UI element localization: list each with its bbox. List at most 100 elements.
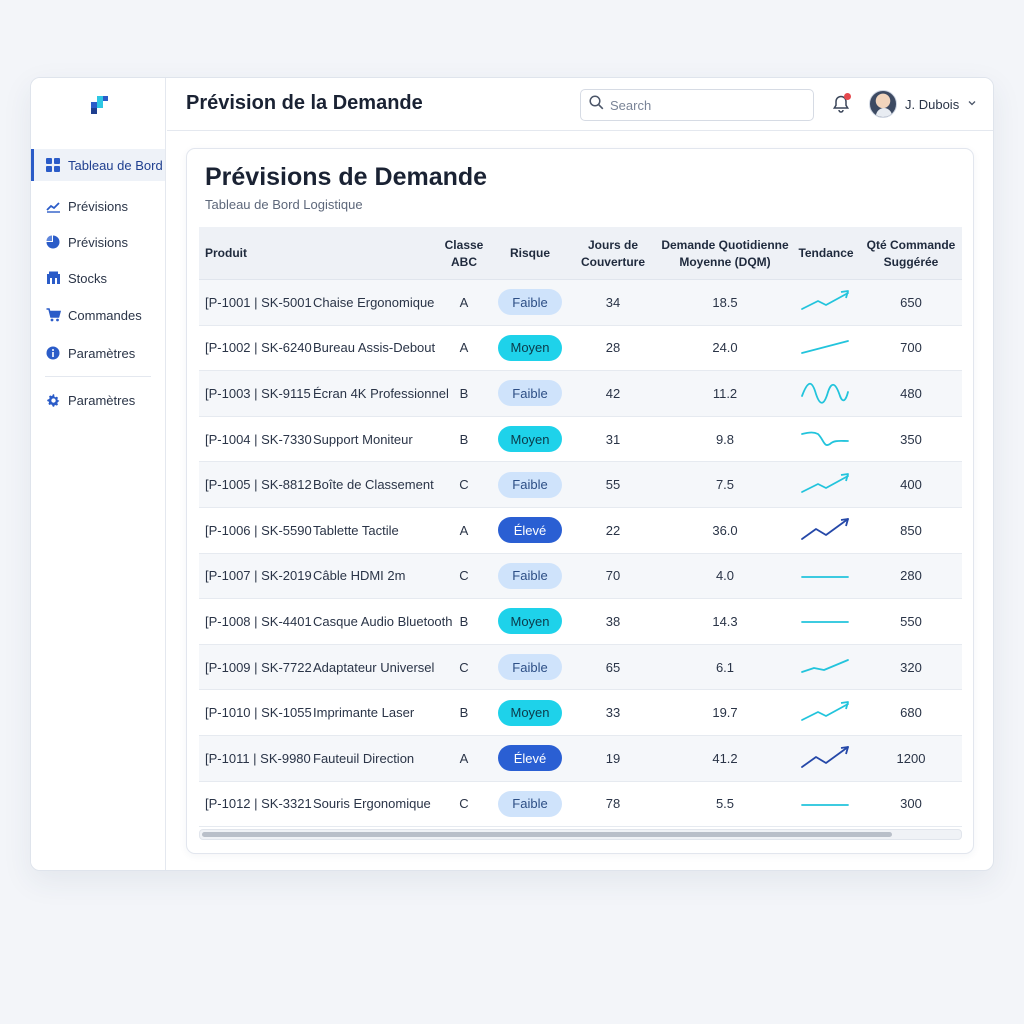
coverage-days: 55 [605,477,621,493]
abc-class: A [459,294,469,310]
user-menu[interactable]: J. Dubois [869,90,977,118]
risk-badge: Faible [498,471,562,498]
abc-class: B [459,431,469,447]
risk-cell: Faible [495,554,565,599]
trend-sparkline [801,290,849,311]
sidebar-item-label: Commandes [68,307,142,323]
col-header-trend[interactable]: Tendance [793,227,859,280]
search-input[interactable] [610,97,810,113]
col-header-coverage[interactable]: Jours de Couverture [573,227,653,280]
product-name: Câble HDMI 2m [313,568,406,584]
abc-class: C [459,796,469,812]
table-row[interactable]: [P-1003 | SK-9115 Écran 4K Professionnel B… [199,371,962,417]
col-header-abc[interactable]: Classe ABC [439,227,489,280]
dqm-value: 5.5 [715,796,735,812]
table-row[interactable]: [P-1011 | SK-9980 Fauteuil Direction A Élev… [199,735,962,782]
pie-chart-icon [45,234,61,250]
abc-class: A [459,522,469,538]
coverage-days: 65 [605,659,621,675]
scrollbar-thumb[interactable] [202,832,892,837]
sidebar-item-parametres-2[interactable]: Paramètres [31,384,165,416]
coverage-days: 28 [605,340,621,356]
trend-cell [795,280,857,325]
suggested-qty: 300 [900,796,922,812]
col-header-risk[interactable]: Risque [495,227,565,280]
col-header-product[interactable]: Produit [205,227,325,280]
dqm-value: 19.7 [712,705,738,721]
product-code: [P-1010 | SK-1055 [205,705,312,721]
table-row[interactable]: [P-1002 | SK-6240 Bureau Assis-Debout A Moy… [199,326,962,372]
product-name: Adaptateur Universel [313,659,435,675]
info-icon [45,345,61,361]
forecast-card: Prévisions de Demande Tableau de Bord Lo… [186,148,974,854]
horizontal-scrollbar[interactable] [199,829,962,840]
risk-cell: Faible [495,371,565,416]
table-row[interactable]: [P-1001 | SK-5001 Chaise Ergonomique A Faib… [199,280,962,326]
search-box[interactable] [580,89,814,121]
col-header-qty[interactable]: Qté Commande Suggérée [863,227,959,280]
table-body: [P-1001 | SK-5001 Chaise Ergonomique A Faib… [199,280,962,828]
product-name: Écran 4K Professionnel [313,385,449,401]
risk-badge: Élevé [498,745,562,772]
trend-sparkline [801,746,849,769]
suggested-qty: 350 [900,431,922,447]
suggested-qty: 650 [900,294,922,310]
risk-badge: Moyen [498,334,562,361]
table-row[interactable]: [P-1005 | SK-8812 Boîte de Classement C Fai… [199,462,962,508]
table-row[interactable]: [P-1008 | SK-4401 Casque Audio Bluetooth B… [199,599,962,645]
risk-badge: Faible [498,654,562,681]
abc-class: A [459,340,469,356]
trend-sparkline [801,575,849,578]
suggested-qty: 680 [900,705,922,721]
product-code: [P-1012 | SK-3321 [205,796,312,812]
sidebar-item-parametres[interactable]: Paramètres [31,337,165,369]
suggested-qty: 850 [900,522,922,538]
coverage-days: 31 [605,431,621,447]
coverage-days: 19 [605,750,621,766]
notification-bell[interactable] [831,93,851,114]
dqm-value: 14.3 [712,613,738,629]
cart-icon [45,307,61,323]
suggested-qty: 280 [900,568,922,584]
sidebar-divider [45,376,151,377]
product-name: Support Moniteur [313,431,413,447]
table-row[interactable]: [P-1012 | SK-3321 Souris Ergonomique C Faib… [199,782,962,828]
risk-badge: Faible [498,289,562,316]
product-code: [P-1004 | SK-7330 [205,431,312,447]
product-name: Casque Audio Bluetooth [313,613,453,629]
product-name: Tablette Tactile [313,522,399,538]
abc-class: B [459,613,469,629]
suggested-qty: 320 [900,659,922,675]
table-row[interactable]: [P-1009 | SK-7722 Adaptateur Universel C Fa… [199,644,962,691]
top-bar: Prévision de la Demande J. Dubois [167,78,993,131]
sidebar-item-label: Prévisions [68,234,128,250]
sidebar-item-stocks[interactable]: Stocks [31,262,165,294]
sidebar: Tableau de Bord Prévisions Prévisions St… [31,78,166,870]
sidebar-item-previsions-2[interactable]: Prévisions [31,226,165,258]
search-icon [589,95,604,115]
sidebar-item-dashboard[interactable]: Tableau de Bord [31,149,165,181]
risk-cell: Moyen [495,690,565,735]
sidebar-item-commandes[interactable]: Commandes [31,299,165,331]
sidebar-item-previsions[interactable]: Prévisions [31,190,165,222]
suggested-qty: 480 [900,385,922,401]
abc-class: C [459,659,469,675]
avatar [869,90,897,118]
table-row[interactable]: [P-1010 | SK-1055 Imprimante Laser B Moyen 3… [199,690,962,736]
trend-cell [795,554,857,599]
risk-badge: Élevé [498,517,562,544]
trend-sparkline [801,621,849,624]
table-row[interactable]: [P-1004 | SK-7330 Support Moniteur B Moyen 3… [199,417,962,463]
trend-sparkline [801,383,849,405]
product-code: [P-1006 | SK-5590 [205,522,312,538]
trend-sparkline [801,339,849,354]
table-row[interactable]: [P-1006 | SK-5590 Tablette Tactile A Élevé 2… [199,508,962,554]
table-row[interactable]: [P-1007 | SK-2019 Câble HDMI 2m C Faible 70 4… [199,553,962,600]
product-code: [P-1009 | SK-7722 [205,659,312,675]
col-header-dqm[interactable]: Demande Quotidienne Moyenne (DQM) [657,227,793,280]
dqm-value: 4.0 [715,568,735,584]
product-code: [P-1001 | SK-5001 [205,294,312,310]
trend-sparkline [801,659,849,673]
trend-sparkline [801,518,849,541]
product-name: Imprimante Laser [313,705,415,721]
